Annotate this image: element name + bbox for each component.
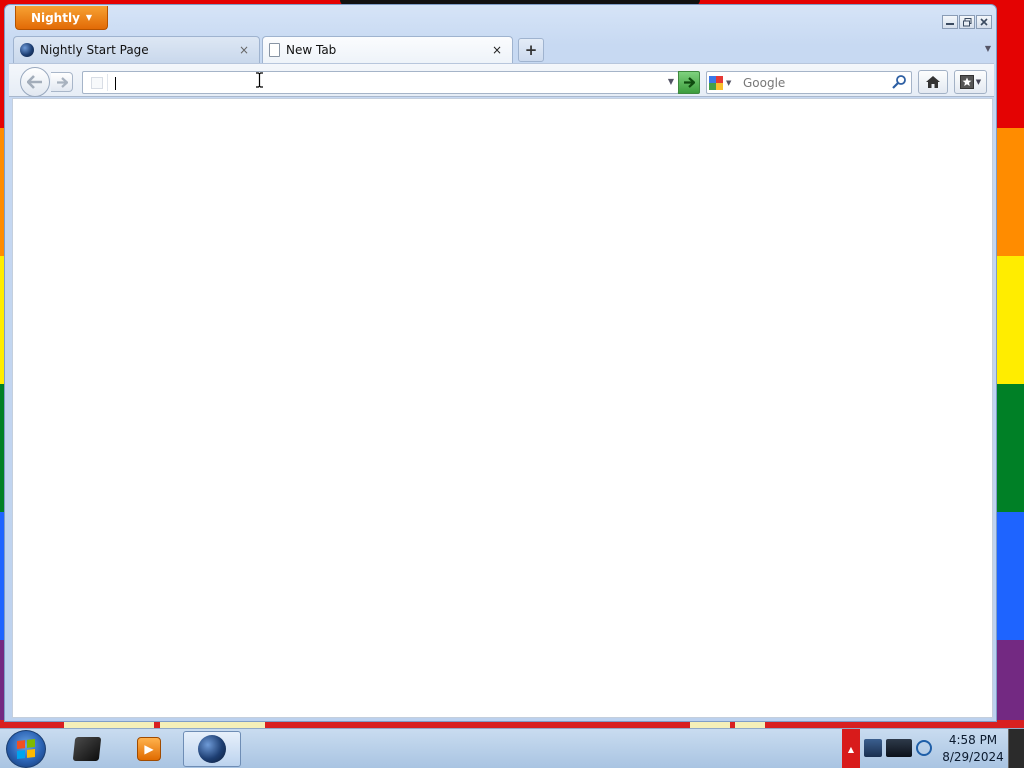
blank-page-icon — [269, 43, 280, 57]
bookmarks-menu-button[interactable]: ▼ — [954, 70, 987, 94]
app-menu-label: Nightly — [30, 10, 80, 25]
nightly-browser-icon — [198, 735, 226, 763]
window-controls — [942, 15, 992, 29]
chevron-down-icon: ▼ — [85, 13, 93, 22]
monitor-icon[interactable] — [886, 739, 912, 757]
network-icon[interactable] — [864, 739, 882, 757]
bookmarks-star-icon — [959, 75, 974, 89]
browser-window: Nightly ▼ Nightly Start Page × New Tab ×… — [4, 4, 997, 722]
home-icon — [926, 76, 940, 88]
forward-button[interactable] — [51, 72, 73, 92]
history-dropdown-chevron-icon[interactable]: ▼ — [668, 77, 674, 86]
tab-bar: Nightly Start Page × New Tab × + ▼ — [13, 36, 993, 63]
start-button[interactable] — [6, 730, 46, 768]
search-input[interactable] — [743, 74, 883, 91]
system-clock[interactable]: 4:58 PM 8/29/2024 — [938, 732, 1008, 766]
minimize-button[interactable] — [942, 15, 958, 29]
tab-nightly-start-page[interactable]: Nightly Start Page × — [13, 36, 260, 63]
search-engine-button[interactable]: ▼ — [709, 74, 739, 91]
cube-app-icon — [72, 737, 102, 761]
tab-title: Nightly Start Page — [40, 43, 149, 57]
text-caret — [115, 77, 116, 90]
new-tab-button[interactable]: + — [518, 38, 544, 62]
back-arrow-icon — [27, 75, 42, 89]
chevron-down-icon: ▼ — [975, 78, 982, 86]
go-arrow-icon — [684, 77, 695, 88]
taskbar-item-cube-app[interactable] — [58, 731, 116, 767]
taskbar: ▶ ▲ 4:58 PM 8/29/2024 — [0, 728, 1024, 768]
clock-date: 8/29/2024 — [942, 750, 1004, 764]
globe-icon — [20, 43, 34, 57]
tab-title: New Tab — [286, 43, 337, 57]
close-icon — [980, 18, 988, 26]
tab-close-icon[interactable]: × — [237, 43, 251, 57]
page-content-area[interactable] — [12, 98, 993, 718]
navigation-toolbar: ▼ ▼ ▼ — [9, 63, 994, 97]
text-cursor-icon — [256, 72, 263, 88]
close-window-button[interactable] — [976, 15, 992, 29]
address-bar[interactable]: ▼ — [82, 71, 679, 94]
search-bar[interactable]: ▼ — [706, 71, 912, 94]
taskbar-item-media-player[interactable]: ▶ — [120, 731, 178, 767]
search-icon[interactable] — [891, 74, 907, 90]
minimize-icon — [946, 23, 954, 25]
show-desktop-button[interactable] — [1008, 729, 1024, 768]
page-identity-icon — [90, 76, 103, 89]
volume-icon[interactable] — [916, 740, 932, 756]
url-input[interactable] — [113, 73, 653, 92]
restore-icon — [962, 17, 971, 26]
restore-button[interactable] — [959, 15, 975, 29]
media-player-icon: ▶ — [137, 737, 161, 761]
forward-arrow-icon — [56, 76, 68, 88]
google-icon — [709, 75, 723, 90]
taskbar-item-nightly-browser[interactable] — [183, 731, 241, 767]
chevron-down-icon: ▼ — [726, 78, 732, 87]
windows-logo-icon — [17, 739, 35, 759]
tab-new-tab[interactable]: New Tab × — [262, 36, 513, 63]
back-button[interactable] — [20, 67, 50, 97]
tab-list-chevron-icon[interactable]: ▼ — [985, 44, 991, 53]
show-hidden-icons-button[interactable]: ▲ — [842, 729, 860, 768]
clock-time: 4:58 PM — [948, 733, 998, 747]
app-menu-button[interactable]: Nightly ▼ — [15, 6, 108, 30]
site-identity-button[interactable] — [86, 74, 108, 91]
go-button[interactable] — [678, 71, 700, 94]
system-tray — [864, 739, 932, 757]
tab-close-icon[interactable]: × — [490, 43, 504, 57]
home-button[interactable] — [918, 70, 948, 94]
